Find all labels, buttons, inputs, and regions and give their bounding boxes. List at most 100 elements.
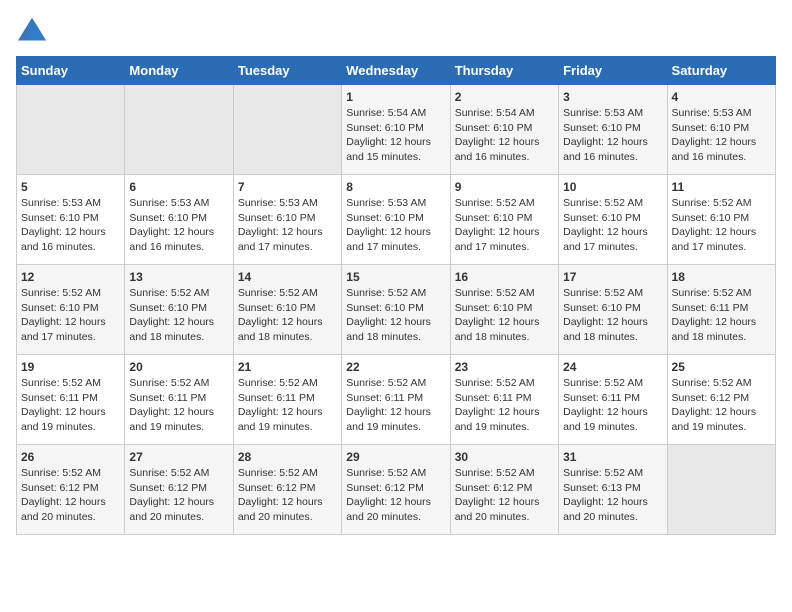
calendar-cell: 6 Sunrise: 5:53 AMSunset: 6:10 PMDaylight… [125, 175, 233, 265]
cell-content: Sunrise: 5:52 AMSunset: 6:10 PMDaylight:… [238, 287, 323, 343]
weekday-header-saturday: Saturday [667, 57, 775, 85]
cell-content: Sunrise: 5:52 AMSunset: 6:11 PMDaylight:… [563, 377, 648, 433]
day-number: 26 [21, 450, 120, 464]
calendar-cell: 2 Sunrise: 5:54 AMSunset: 6:10 PMDaylight… [450, 85, 558, 175]
day-number: 30 [455, 450, 554, 464]
day-number: 25 [672, 360, 771, 374]
day-number: 8 [346, 180, 445, 194]
calendar-cell: 9Sunrise: 5:52 AMSunset: 6:10 PMDaylight… [450, 175, 558, 265]
day-number: 2 [455, 90, 554, 104]
cell-content: Sunrise: 5:52 AMSunset: 6:13 PMDaylight:… [563, 467, 648, 523]
calendar-cell: 17 Sunrise: 5:52 AMSunset: 6:10 PMDayligh… [559, 265, 667, 355]
calendar-cell: 26 Sunrise: 5:52 AMSunset: 6:12 PMDayligh… [17, 445, 125, 535]
calendar-cell: 1 Sunrise: 5:54 AMSunset: 6:10 PMDaylight… [342, 85, 450, 175]
cell-content: Sunrise: 5:53 AMSunset: 6:10 PMDaylight:… [21, 197, 106, 253]
calendar-cell: 4 Sunrise: 5:53 AMSunset: 6:10 PMDaylight… [667, 85, 775, 175]
calendar-cell: 3Sunrise: 5:53 AMSunset: 6:10 PMDaylight… [559, 85, 667, 175]
calendar-cell [233, 85, 341, 175]
cell-content: Sunrise: 5:54 AMSunset: 6:10 PMDaylight:… [455, 107, 540, 163]
weekday-header-thursday: Thursday [450, 57, 558, 85]
calendar-cell: 11 Sunrise: 5:52 AMSunset: 6:10 PMDayligh… [667, 175, 775, 265]
cell-content: Sunrise: 5:52 AMSunset: 6:10 PMDaylight:… [563, 287, 648, 343]
day-number: 21 [238, 360, 337, 374]
day-number: 6 [129, 180, 228, 194]
day-number: 29 [346, 450, 445, 464]
calendar-cell: 16 Sunrise: 5:52 AMSunset: 6:10 PMDayligh… [450, 265, 558, 355]
cell-content: Sunrise: 5:52 AMSunset: 6:10 PMDaylight:… [346, 287, 431, 343]
day-number: 1 [346, 90, 445, 104]
calendar-cell: 15 Sunrise: 5:52 AMSunset: 6:10 PMDayligh… [342, 265, 450, 355]
calendar-cell: 29 Sunrise: 5:52 AMSunset: 6:12 PMDayligh… [342, 445, 450, 535]
calendar-table: SundayMondayTuesdayWednesdayThursdayFrid… [16, 56, 776, 535]
day-number: 4 [672, 90, 771, 104]
cell-content: Sunrise: 5:52 AMSunset: 6:10 PMDaylight:… [129, 287, 214, 343]
calendar-cell: 25 Sunrise: 5:52 AMSunset: 6:12 PMDayligh… [667, 355, 775, 445]
calendar-cell [17, 85, 125, 175]
cell-content: Sunrise: 5:52 AMSunset: 6:10 PMDaylight:… [455, 287, 540, 343]
weekday-header-tuesday: Tuesday [233, 57, 341, 85]
calendar-cell: 5 Sunrise: 5:53 AMSunset: 6:10 PMDaylight… [17, 175, 125, 265]
cell-content: Sunrise: 5:52 AMSunset: 6:12 PMDaylight:… [238, 467, 323, 523]
cell-content: Sunrise: 5:52 AMSunset: 6:12 PMDaylight:… [129, 467, 214, 523]
calendar-cell: 8 Sunrise: 5:53 AMSunset: 6:10 PMDaylight… [342, 175, 450, 265]
calendar-cell: 23 Sunrise: 5:52 AMSunset: 6:11 PMDayligh… [450, 355, 558, 445]
day-number: 13 [129, 270, 228, 284]
day-number: 12 [21, 270, 120, 284]
day-number: 5 [21, 180, 120, 194]
page-header [16, 16, 776, 44]
day-number: 24 [563, 360, 662, 374]
calendar-cell: 10 Sunrise: 5:52 AMSunset: 6:10 PMDayligh… [559, 175, 667, 265]
day-number: 16 [455, 270, 554, 284]
calendar-cell [667, 445, 775, 535]
cell-content: Sunrise: 5:52 AMSunset: 6:10 PMDaylight:… [672, 197, 757, 253]
cell-content: Sunrise: 5:52 AMSunset: 6:12 PMDaylight:… [21, 467, 106, 523]
cell-content: Sunrise: 5:52 AMSunset: 6:10 PMDaylight:… [21, 287, 106, 343]
day-number: 15 [346, 270, 445, 284]
calendar-cell: 18Sunrise: 5:52 AMSunset: 6:11 PMDayligh… [667, 265, 775, 355]
cell-content: Sunrise: 5:52 AMSunset: 6:10 PMDaylight:… [563, 197, 648, 253]
day-number: 14 [238, 270, 337, 284]
cell-content: Sunrise: 5:52 AMSunset: 6:11 PMDaylight:… [346, 377, 431, 433]
logo [16, 16, 52, 44]
weekday-header-sunday: Sunday [17, 57, 125, 85]
cell-content: Sunrise: 5:52 AMSunset: 6:11 PMDaylight:… [455, 377, 540, 433]
weekday-header-wednesday: Wednesday [342, 57, 450, 85]
weekday-header-friday: Friday [559, 57, 667, 85]
cell-content: Sunrise: 5:52 AMSunset: 6:11 PMDaylight:… [21, 377, 106, 433]
day-number: 3 [563, 90, 662, 104]
day-number: 18 [672, 270, 771, 284]
cell-content: Sunrise: 5:53 AMSunset: 6:10 PMDaylight:… [238, 197, 323, 253]
day-number: 17 [563, 270, 662, 284]
calendar-cell: 28 Sunrise: 5:52 AMSunset: 6:12 PMDayligh… [233, 445, 341, 535]
day-number: 28 [238, 450, 337, 464]
day-number: 19 [21, 360, 120, 374]
calendar-cell: 7 Sunrise: 5:53 AMSunset: 6:10 PMDaylight… [233, 175, 341, 265]
cell-content: Sunrise: 5:52 AMSunset: 6:11 PMDaylight:… [238, 377, 323, 433]
calendar-cell: 22 Sunrise: 5:52 AMSunset: 6:11 PMDayligh… [342, 355, 450, 445]
weekday-header-monday: Monday [125, 57, 233, 85]
day-number: 27 [129, 450, 228, 464]
calendar-cell: 31 Sunrise: 5:52 AMSunset: 6:13 PMDayligh… [559, 445, 667, 535]
cell-content: Sunrise: 5:52 AMSunset: 6:11 PMDaylight:… [129, 377, 214, 433]
cell-content: Sunrise: 5:53 AMSunset: 6:10 PMDaylight:… [129, 197, 214, 253]
day-number: 31 [563, 450, 662, 464]
calendar-cell: 30 Sunrise: 5:52 AMSunset: 6:12 PMDayligh… [450, 445, 558, 535]
cell-content: Sunrise: 5:52 AMSunset: 6:12 PMDaylight:… [672, 377, 757, 433]
cell-content: Sunrise: 5:53 AMSunset: 6:10 PMDaylight:… [672, 107, 757, 163]
calendar-cell: 12 Sunrise: 5:52 AMSunset: 6:10 PMDayligh… [17, 265, 125, 355]
day-number: 10 [563, 180, 662, 194]
calendar-cell: 19 Sunrise: 5:52 AMSunset: 6:11 PMDayligh… [17, 355, 125, 445]
calendar-cell: 24 Sunrise: 5:52 AMSunset: 6:11 PMDayligh… [559, 355, 667, 445]
calendar-cell: 14 Sunrise: 5:52 AMSunset: 6:10 PMDayligh… [233, 265, 341, 355]
day-number: 7 [238, 180, 337, 194]
cell-content: Sunrise: 5:52 AMSunset: 6:10 PMDaylight:… [455, 197, 540, 253]
cell-content: Sunrise: 5:52 AMSunset: 6:12 PMDaylight:… [455, 467, 540, 523]
calendar-cell: 21 Sunrise: 5:52 AMSunset: 6:11 PMDayligh… [233, 355, 341, 445]
logo-icon [16, 16, 48, 44]
cell-content: Sunrise: 5:52 AMSunset: 6:12 PMDaylight:… [346, 467, 431, 523]
day-number: 11 [672, 180, 771, 194]
day-number: 23 [455, 360, 554, 374]
cell-content: Sunrise: 5:54 AMSunset: 6:10 PMDaylight:… [346, 107, 431, 163]
day-number: 22 [346, 360, 445, 374]
cell-content: Sunrise: 5:53 AMSunset: 6:10 PMDaylight:… [346, 197, 431, 253]
